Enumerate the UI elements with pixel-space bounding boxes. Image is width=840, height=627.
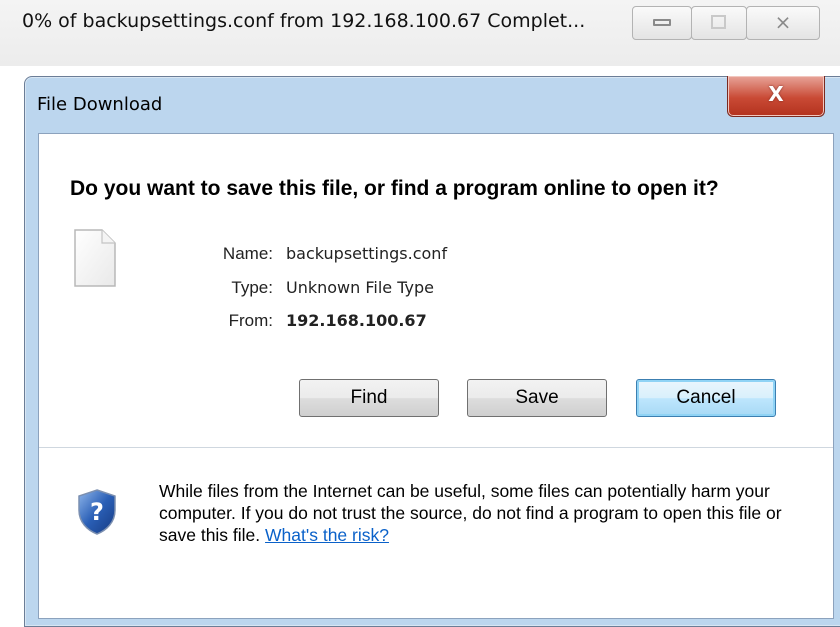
find-button[interactable]: Find bbox=[299, 379, 439, 417]
download-question: Do you want to save this file, or find a… bbox=[70, 177, 719, 200]
info-row-name: Name: backupsettings.conf bbox=[39, 244, 833, 270]
name-label: Name: bbox=[222, 244, 273, 263]
warning-text: While files from the Internet can be use… bbox=[159, 481, 782, 545]
window-controls: ⨯ bbox=[632, 6, 832, 42]
file-download-dialog: File Download X Do you want to save this… bbox=[24, 76, 840, 627]
from-label: From: bbox=[228, 311, 273, 330]
maximize-icon bbox=[711, 15, 726, 29]
security-warning: While files from the Internet can be use… bbox=[159, 480, 819, 546]
progress-window-titlebar[interactable]: 0% of backupsettings.conf from 192.168.1… bbox=[0, 0, 840, 66]
svg-text:?: ? bbox=[90, 498, 104, 526]
minimize-icon bbox=[653, 19, 671, 26]
name-value: backupsettings.conf bbox=[286, 244, 448, 263]
save-button[interactable]: Save bbox=[467, 379, 607, 417]
whats-the-risk-link[interactable]: What's the risk? bbox=[265, 525, 389, 545]
cancel-button[interactable]: Cancel bbox=[636, 379, 776, 417]
dialog-close-button[interactable]: X bbox=[727, 76, 825, 117]
type-value: Unknown File Type bbox=[286, 278, 434, 297]
close-icon: X bbox=[768, 82, 784, 106]
security-shield-icon: ? bbox=[78, 489, 116, 535]
from-value: 192.168.100.67 bbox=[286, 311, 427, 330]
info-row-from: From: 192.168.100.67 bbox=[39, 311, 833, 337]
progress-close-button[interactable]: ⨯ bbox=[746, 6, 820, 40]
type-label: Type: bbox=[231, 278, 273, 297]
dialog-title: File Download bbox=[37, 94, 163, 115]
minimize-button[interactable] bbox=[632, 6, 692, 40]
progress-window-title: 0% of backupsettings.conf from 192.168.1… bbox=[22, 10, 586, 32]
dialog-content: Do you want to save this file, or find a… bbox=[38, 133, 834, 619]
info-row-type: Type: Unknown File Type bbox=[39, 278, 833, 304]
maximize-button[interactable] bbox=[691, 6, 747, 40]
close-icon: ⨯ bbox=[774, 10, 792, 34]
section-divider bbox=[39, 447, 833, 448]
